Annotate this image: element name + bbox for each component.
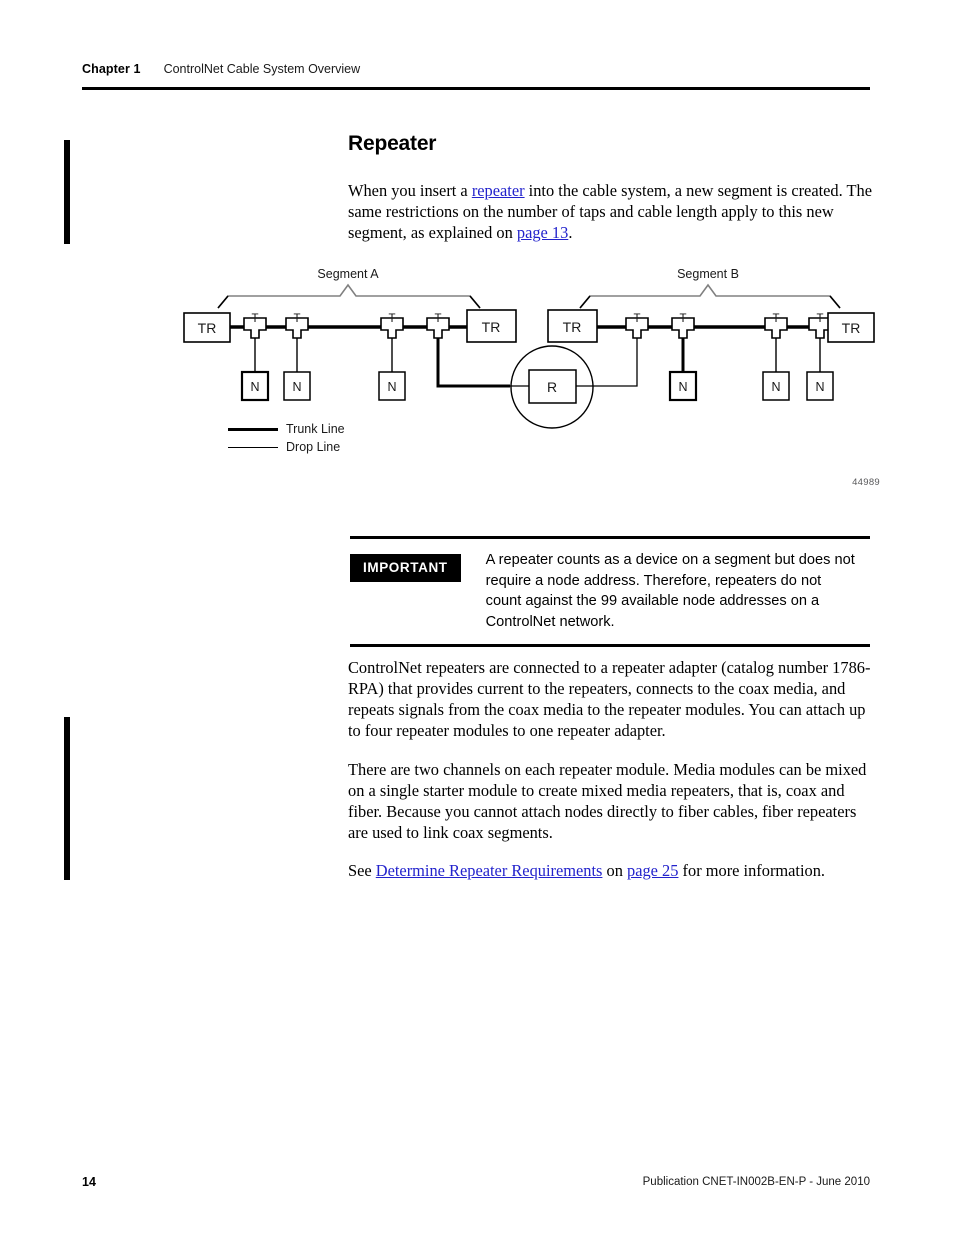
node-a-2: N <box>283 371 311 401</box>
margin-change-bar-top <box>64 140 70 244</box>
figure-number: 44989 <box>852 477 880 488</box>
intro-paragraph: When you insert a repeater into the cabl… <box>348 180 872 243</box>
tap-b-2: T <box>671 313 695 339</box>
node-a-3-label: N <box>387 380 396 394</box>
tap-a-1: T <box>243 313 267 339</box>
node-b-3: N <box>806 371 834 401</box>
tap-a-4-label: T <box>434 313 441 325</box>
terminator-a-right: TR <box>466 309 517 343</box>
diagram-legend: Trunk Line Drop Line <box>228 420 428 456</box>
node-b-3-label: N <box>815 380 824 394</box>
link-page-25[interactable]: page 25 <box>627 861 678 880</box>
margin-change-bar-bottom <box>64 717 70 880</box>
body-paragraph-3: There are two channels on each repeater … <box>348 760 867 842</box>
legend-label-drop-line: Drop Line <box>286 440 341 454</box>
tap-b-3-label: T <box>772 313 779 325</box>
link-determine-repeater-requirements[interactable]: Determine Repeater Requirements <box>376 861 603 880</box>
trunk-line-swatch-icon <box>228 427 278 431</box>
tap-a-3-label: T <box>388 313 395 325</box>
node-b-2: N <box>762 371 790 401</box>
terminator-a-right-label: TR <box>482 319 501 335</box>
node-a-3: N <box>378 371 406 401</box>
tap-a-3: T <box>380 313 404 339</box>
header-chapter-label: Chapter 1 <box>82 62 141 76</box>
body-paragraph-2: ControlNet repeaters are connected to a … <box>348 658 871 740</box>
tap-b-2-label: T <box>679 313 686 325</box>
drop-line-swatch-icon <box>228 446 278 448</box>
tap-a-1-label: T <box>251 313 258 325</box>
callout-bottom-rule <box>350 644 870 647</box>
node-b-2-label: N <box>771 380 780 394</box>
status-badge: IMPORTANT <box>350 554 461 582</box>
document-page: Chapter 1 ControlNet Cable System Overvi… <box>0 0 954 1235</box>
header-chapter-title: ControlNet Cable System Overview <box>163 62 361 76</box>
footer-page-number: 14 <box>82 1175 96 1189</box>
segment-a-caption: Segment A <box>317 267 379 281</box>
callout-body: IMPORTANT A repeater counts as a device … <box>350 539 870 644</box>
legend-item-trunk-line: Trunk Line <box>228 420 428 438</box>
legend-label-trunk-line: Trunk Line <box>286 422 345 436</box>
terminator-b-right-label: TR <box>842 320 861 336</box>
link-page-13[interactable]: page 13 <box>517 223 568 242</box>
tap-b-1-label: T <box>633 313 640 325</box>
terminator-a-left: TR <box>183 312 231 343</box>
header-divider-rule <box>82 87 870 90</box>
body-paragraph-4: See Determine Repeater Requirements on p… <box>348 860 872 881</box>
tap-b-4-label: T <box>816 313 823 325</box>
legend-item-drop-line: Drop Line <box>228 438 428 456</box>
terminator-b-left-label: TR <box>563 319 582 335</box>
see-text-part2: on <box>602 861 628 880</box>
link-repeater[interactable]: repeater <box>472 181 525 200</box>
segment-a-bracket <box>217 283 481 309</box>
tap-a-2: T <box>285 313 309 339</box>
see-text-part3: for more information. <box>678 861 826 880</box>
terminator-a-left-label: TR <box>198 320 217 336</box>
page-title: Repeater <box>348 132 437 155</box>
node-a-1: N <box>240 370 270 402</box>
terminator-b-left: TR <box>547 309 598 343</box>
segment-b-caption: Segment B <box>677 267 739 281</box>
tap-b-3: T <box>764 313 788 339</box>
repeater-label: R <box>547 379 557 395</box>
repeater-network-diagram: TR T T T T N N N TR R TR T T T T N N N T… <box>180 260 880 500</box>
intro-text-part1: When you insert a <box>348 181 472 200</box>
segment-b-drop-lines <box>681 336 821 372</box>
segment-b-bracket <box>579 283 841 309</box>
repeater-assembly: R <box>510 338 638 429</box>
node-a-1-label: N <box>250 380 259 394</box>
tap-a-2-label: T <box>293 313 300 325</box>
page-header: Chapter 1 ControlNet Cable System Overvi… <box>82 62 870 76</box>
node-b-1-label: N <box>678 380 687 394</box>
footer-publication: Publication CNET-IN002B-EN-P - June 2010 <box>642 1176 870 1188</box>
important-callout: IMPORTANT A repeater counts as a device … <box>350 536 870 647</box>
callout-text: A repeater counts as a device on a segme… <box>485 552 855 630</box>
terminator-b-right: TR <box>827 312 875 343</box>
see-text-part1: See <box>348 861 376 880</box>
tap-a-4: T <box>426 313 450 339</box>
tap-b-1: T <box>625 313 649 339</box>
node-b-1: N <box>668 370 698 402</box>
node-a-2-label: N <box>292 380 301 394</box>
intro-text-part3: . <box>568 223 573 242</box>
